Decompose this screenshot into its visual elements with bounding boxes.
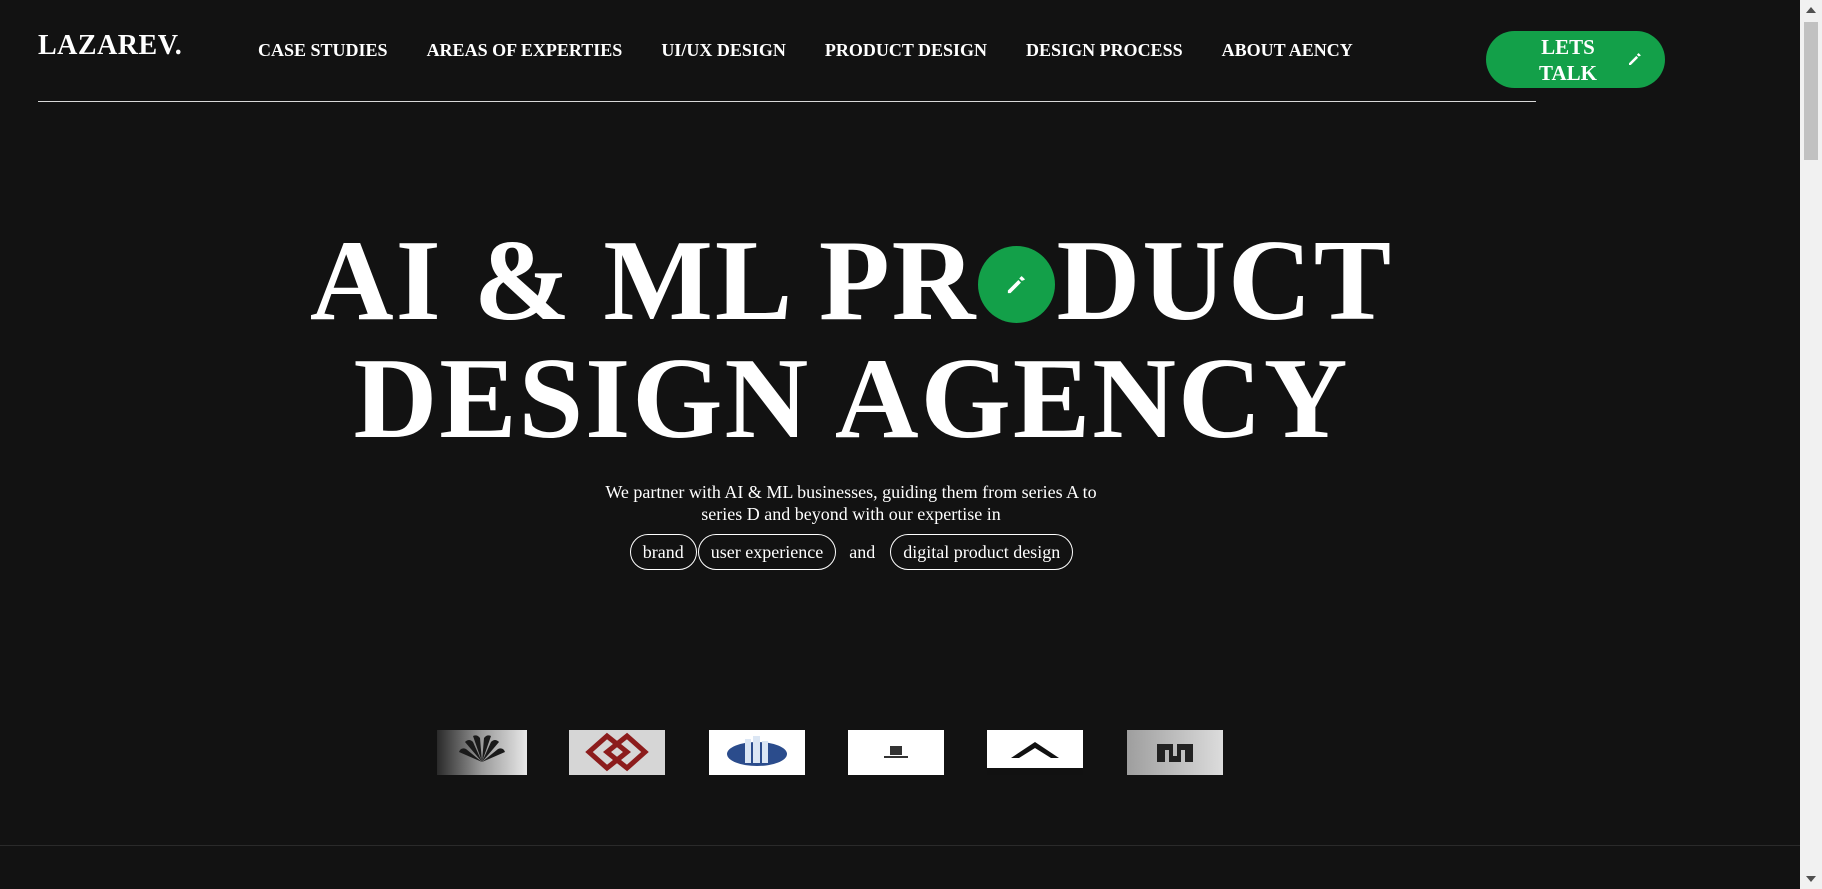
black-chevron-mark: [987, 742, 1083, 775]
red-diamond-logo: [569, 730, 665, 775]
pill-connector: and: [849, 541, 876, 562]
page: LAZAREV. CASE STUDIES AREAS OF EXPERTIES…: [0, 0, 1822, 889]
hero-title: AI & ML PR DUCT DESIGN AGENCY: [0, 222, 1703, 458]
header-divider: [38, 101, 1536, 102]
pill-digital-product-design[interactable]: digital product design: [890, 534, 1074, 570]
nav-about-aency[interactable]: ABOUT AENCY: [1222, 40, 1353, 61]
nav-areas-of-experties[interactable]: AREAS OF EXPERTIES: [427, 40, 623, 61]
blue-building-logo: [709, 730, 805, 775]
hero-title-part-2: DUCT: [1056, 217, 1394, 345]
huawei-mark: [459, 735, 505, 762]
hero-title-part-1: AI & ML PR: [309, 217, 978, 345]
pencil-badge-button[interactable]: [978, 245, 1056, 323]
nav-product-design[interactable]: PRODUCT DESIGN: [825, 40, 987, 61]
expertise-pills: brand user experience and digital produc…: [0, 534, 1703, 570]
lets-talk-label: LETS TALK: [1539, 34, 1597, 85]
blue-building-mark: [727, 736, 787, 766]
scroll-up-arrow-icon[interactable]: [1806, 7, 1816, 13]
pill-brand[interactable]: brand: [629, 534, 697, 570]
black-emblem-logo: [848, 730, 944, 775]
pencil-icon: [1008, 276, 1026, 293]
section-divider: [0, 845, 1800, 846]
black-emblem-mark: [884, 746, 908, 758]
pencil-icon: [1629, 53, 1641, 65]
black-chevron-logo: [987, 730, 1083, 775]
red-diamond-mark: [585, 732, 649, 772]
vertical-scrollbar[interactable]: [1800, 0, 1822, 889]
hero-title-line-2: DESIGN AGENCY: [353, 335, 1350, 463]
grey-n-mark: [1157, 744, 1193, 762]
grey-n-logo: [1127, 730, 1223, 775]
nav-case-studies[interactable]: CASE STUDIES: [258, 40, 388, 61]
huawei-logo: [437, 730, 527, 775]
scroll-down-arrow-icon[interactable]: [1806, 876, 1816, 882]
nav-design-process[interactable]: DESIGN PROCESS: [1026, 40, 1183, 61]
hero-title-line-1: AI & ML PR DUCT: [0, 222, 1703, 340]
pill-user-experience[interactable]: user experience: [697, 534, 837, 570]
site-logo[interactable]: LAZAREV.: [38, 30, 182, 62]
nav-ui-ux-design[interactable]: UI/UX DESIGN: [661, 40, 786, 61]
hero-subtitle: We partner with AI & ML businesses, guid…: [605, 482, 1097, 524]
lets-talk-button[interactable]: LETS TALK: [1486, 31, 1665, 88]
main-nav: CASE STUDIES AREAS OF EXPERTIES UI/UX DE…: [258, 40, 1353, 61]
scrollbar-thumb[interactable]: [1804, 22, 1818, 160]
